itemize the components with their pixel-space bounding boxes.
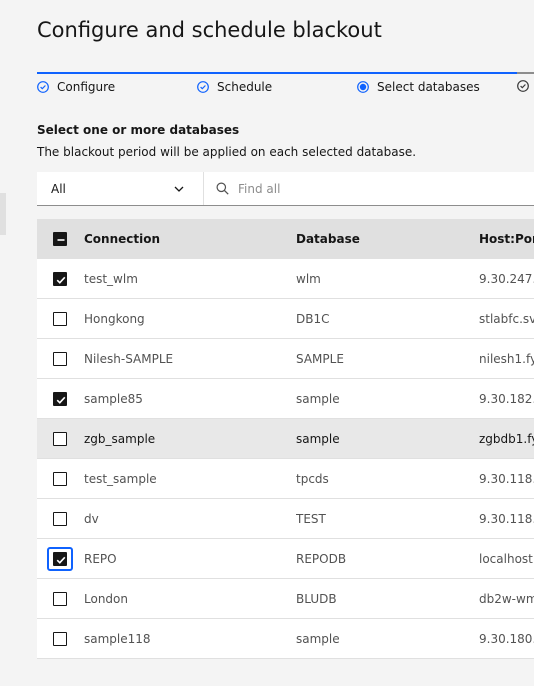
table-row[interactable]: sample118 sample 9.30.180.1 bbox=[37, 619, 534, 659]
step-select-databases[interactable]: Select databases bbox=[357, 80, 480, 94]
host-port-cell: localhost:5 bbox=[479, 552, 534, 566]
database-cell: BLUDB bbox=[296, 592, 337, 606]
database-cell: sample bbox=[296, 632, 340, 646]
table-row[interactable]: sample85 sample 9.30.182.8 bbox=[37, 379, 534, 419]
table-row[interactable]: Nilesh-SAMPLE SAMPLE nilesh1.fyr bbox=[37, 339, 534, 379]
table-row[interactable]: London BLUDB db2w-wma bbox=[37, 579, 534, 619]
background-edge bbox=[0, 193, 6, 235]
host-port-cell: db2w-wma bbox=[479, 592, 534, 606]
progress-bar-incomplete bbox=[517, 72, 534, 74]
column-header-host-port[interactable]: Host:Port bbox=[479, 219, 534, 259]
row-checkbox-cell bbox=[53, 299, 69, 339]
search-icon bbox=[216, 182, 229, 195]
connection-cell: London bbox=[84, 592, 128, 606]
filter-dropdown[interactable]: All bbox=[37, 172, 204, 205]
row-checkbox[interactable] bbox=[53, 512, 67, 526]
connection-cell: REPO bbox=[84, 552, 117, 566]
host-port-cell: 9.30.118.5 bbox=[479, 512, 534, 526]
checkmark-outline-icon bbox=[37, 81, 49, 93]
indeterminate-icon bbox=[57, 239, 65, 241]
row-checkbox[interactable] bbox=[53, 312, 67, 326]
row-checkbox[interactable] bbox=[53, 392, 67, 406]
select-all-cell bbox=[53, 219, 69, 259]
step-configure[interactable]: Configure bbox=[37, 80, 115, 94]
filter-bar: All bbox=[37, 172, 534, 206]
checkmark-outline-icon bbox=[197, 81, 209, 93]
connection-cell: test_sample bbox=[84, 472, 157, 486]
row-checkbox-cell bbox=[53, 579, 69, 619]
host-port-cell: stlabfc.svl bbox=[479, 312, 534, 326]
table-row[interactable]: test_sample tpcds 9.30.118.5 bbox=[37, 459, 534, 499]
checkmark-outline-icon bbox=[517, 80, 529, 92]
progress-indicator: Configure Schedule Select databases bbox=[37, 72, 534, 102]
table-row[interactable]: dv TEST 9.30.118.5 bbox=[37, 499, 534, 539]
table-row[interactable]: Hongkong DB1C stlabfc.svl bbox=[37, 299, 534, 339]
step-label: Select databases bbox=[377, 80, 480, 94]
search-box bbox=[205, 172, 534, 205]
row-checkbox-cell bbox=[53, 459, 69, 499]
row-checkbox-cell bbox=[53, 379, 69, 419]
row-checkbox-cell bbox=[53, 419, 69, 459]
checkmark-icon bbox=[56, 396, 66, 404]
table-header: Connection Database Host:Port bbox=[37, 219, 534, 259]
database-cell: sample bbox=[296, 392, 340, 406]
database-cell: DB1C bbox=[296, 312, 330, 326]
connection-cell: test_wlm bbox=[84, 272, 138, 286]
step-next[interactable] bbox=[517, 80, 534, 92]
row-checkbox[interactable] bbox=[53, 432, 67, 446]
checkbox-focus-ring bbox=[47, 547, 73, 571]
section-subtitle: Select one or more databases bbox=[37, 123, 240, 137]
table-row[interactable]: test_wlm wlm 9.30.247.1 bbox=[37, 259, 534, 299]
page-title: Configure and schedule blackout bbox=[37, 18, 382, 42]
row-checkbox[interactable] bbox=[53, 472, 67, 486]
row-checkbox-cell bbox=[53, 499, 69, 539]
table-row[interactable]: REPO REPODB localhost:5 bbox=[37, 539, 534, 579]
section-description: The blackout period will be applied on e… bbox=[37, 145, 417, 159]
table-body: test_wlm wlm 9.30.247.1 Hongkong DB1C stlabfc… bbox=[37, 259, 534, 659]
step-label: Schedule bbox=[217, 80, 273, 94]
dropdown-value: All bbox=[51, 181, 66, 196]
connection-cell: sample118 bbox=[84, 632, 151, 646]
host-port-cell: 9.30.247.1 bbox=[479, 272, 534, 286]
database-cell: tpcds bbox=[296, 472, 329, 486]
step-schedule[interactable]: Schedule bbox=[197, 80, 272, 94]
host-port-cell: 9.30.118.5 bbox=[479, 472, 534, 486]
current-step-icon bbox=[357, 81, 369, 93]
connection-cell: zgb_sample bbox=[84, 432, 156, 446]
table-row[interactable]: zgb_sample sample zgbdb1.fyr bbox=[37, 419, 534, 459]
select-all-checkbox[interactable] bbox=[53, 232, 67, 246]
databases-table: Connection Database Host:Port test_wlm wl… bbox=[37, 219, 534, 659]
row-checkbox[interactable] bbox=[53, 272, 67, 286]
connection-cell: Nilesh-SAMPLE bbox=[84, 352, 174, 366]
row-checkbox-cell bbox=[53, 339, 69, 379]
database-cell: wlm bbox=[296, 272, 321, 286]
search-input[interactable] bbox=[238, 178, 528, 200]
step-label: Configure bbox=[57, 80, 116, 94]
host-port-cell: 9.30.182.8 bbox=[479, 392, 534, 406]
row-checkbox[interactable] bbox=[53, 632, 67, 646]
database-cell: REPODB bbox=[296, 552, 347, 566]
row-checkbox[interactable] bbox=[53, 592, 67, 606]
column-header-connection[interactable]: Connection bbox=[84, 219, 284, 259]
database-cell: TEST bbox=[296, 512, 326, 526]
column-header-database[interactable]: Database bbox=[296, 219, 466, 259]
host-port-cell: 9.30.180.1 bbox=[479, 632, 534, 646]
progress-bar-complete bbox=[37, 72, 517, 74]
row-checkbox-cell bbox=[53, 259, 69, 299]
host-port-cell: nilesh1.fyr bbox=[479, 352, 534, 366]
connection-cell: Hongkong bbox=[84, 312, 145, 326]
chevron-down-icon bbox=[174, 186, 184, 192]
database-cell: sample bbox=[296, 432, 340, 446]
checkmark-icon bbox=[56, 276, 66, 284]
row-checkbox[interactable] bbox=[53, 352, 67, 366]
host-port-cell: zgbdb1.fyr bbox=[479, 432, 534, 446]
database-cell: SAMPLE bbox=[296, 352, 344, 366]
connection-cell: dv bbox=[84, 512, 99, 526]
connection-cell: sample85 bbox=[84, 392, 143, 406]
row-checkbox-cell bbox=[53, 619, 69, 659]
